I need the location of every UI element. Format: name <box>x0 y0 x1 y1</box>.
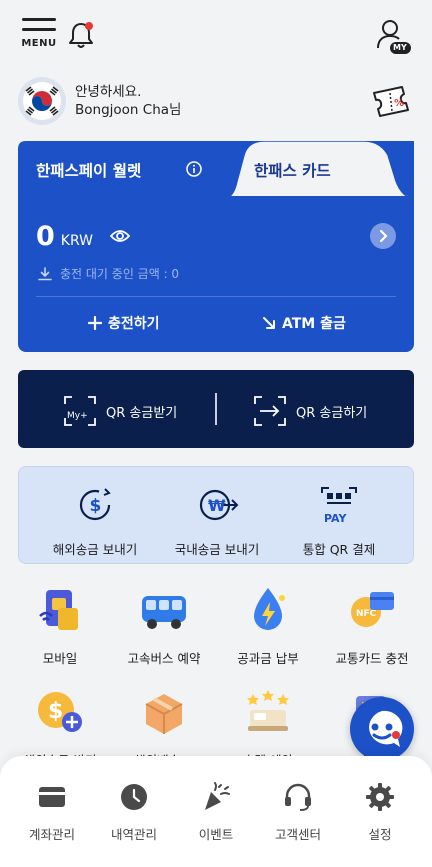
pending-charge-text: 충전 대기 중인 금액 : 0 <box>60 267 180 281</box>
qr-my-plus-text: My+ <box>67 411 88 421</box>
service-express-bus[interactable]: 고속버스 예약 <box>110 586 218 667</box>
nav-label: 설정 <box>368 827 392 842</box>
download-icon <box>38 266 52 280</box>
plus-icon <box>88 316 102 330</box>
clock-icon <box>121 784 147 810</box>
nav-settings[interactable]: 설정 <box>340 782 420 843</box>
qr-send-label: QR 송금하기 <box>296 405 368 421</box>
party-popper-icon <box>205 782 230 810</box>
wallet-divider <box>36 296 396 297</box>
charge-label: 충전하기 <box>108 316 160 332</box>
qr-receive-button[interactable]: My+ QR 송금받기 <box>64 396 177 426</box>
greeting-text: 안녕하세요. Bongjoon Cha님 <box>75 83 181 119</box>
menu-button[interactable]: MENU <box>20 16 58 58</box>
service-label: 교통카드 충전 <box>335 651 409 666</box>
dollar-plus-coin-icon: $ <box>38 692 82 732</box>
pending-charge-row: 충전 대기 중인 금액 : 0 <box>38 265 179 282</box>
service-transit-card[interactable]: NFC 교통카드 충전 <box>318 586 426 667</box>
domestic-remit-button[interactable]: ₩ 국내송금 보내기 <box>151 485 283 558</box>
bus-icon <box>142 596 186 629</box>
balance-display: 0 KRW <box>36 221 93 252</box>
headset-icon <box>285 783 311 811</box>
service-label: 모바일 <box>42 651 78 666</box>
bottom-navigation: 계좌관리 내역관리 이벤트 고객센터 설정 <box>0 756 432 867</box>
qr-send-button[interactable]: QR 송금하기 <box>254 396 367 426</box>
menu-label: MENU <box>21 38 57 49</box>
svg-text:$: $ <box>48 699 63 724</box>
eye-icon[interactable] <box>109 228 131 242</box>
nav-customer-center[interactable]: 고객센터 <box>258 782 338 843</box>
service-utility-bill[interactable]: 공과금 납부 <box>214 586 322 667</box>
tab-hanpass-card[interactable]: 한패스 카드 <box>254 159 331 181</box>
korea-flag-avatar[interactable] <box>18 77 66 125</box>
my-page-button[interactable]: MY <box>376 18 412 56</box>
nav-label: 고객센터 <box>274 827 321 842</box>
svg-text:%: % <box>394 98 404 109</box>
charge-button[interactable]: 충전하기 <box>88 313 160 333</box>
utility-drop-bolt-icon <box>254 588 285 630</box>
info-icon[interactable] <box>186 161 202 177</box>
nav-label: 내역관리 <box>110 827 157 842</box>
coupon-icon[interactable]: % <box>368 81 412 121</box>
parcel-box-icon <box>145 694 183 734</box>
nfc-card-icon: NFC <box>351 592 394 627</box>
nav-account-manage[interactable]: 계좌관리 <box>12 782 92 843</box>
nav-label: 이벤트 <box>198 827 234 842</box>
qr-receive-label: QR 송금받기 <box>106 405 178 421</box>
arrow-down-right-icon <box>263 317 275 329</box>
menu-icon-bar <box>22 18 56 21</box>
service-mobile[interactable]: 모바일 <box>6 586 114 667</box>
atm-withdraw-button[interactable]: ATM 출금 <box>262 313 346 333</box>
my-badge-label: MY <box>393 43 407 52</box>
dollar-exchange-icon: $ <box>79 488 111 521</box>
qr-send-icon <box>254 396 286 426</box>
pay-text: PAY <box>324 512 348 525</box>
atm-label: ATM 출금 <box>282 316 346 332</box>
qr-pay-label: 통합 QR 결제 <box>302 542 376 557</box>
mobile-sim-icon <box>39 590 78 630</box>
svg-text:NFC: NFC <box>356 609 377 619</box>
service-label: 공과금 납부 <box>237 651 299 666</box>
qr-receive-icon: My+ <box>64 396 96 426</box>
qr-pay-icon: PAY <box>321 487 357 525</box>
menu-icon-bar <box>22 28 56 31</box>
svg-text:₩: ₩ <box>208 496 226 515</box>
nav-history[interactable]: 내역관리 <box>94 782 174 843</box>
svg-text:$: $ <box>90 496 102 516</box>
remittance-box: $ 해외송금 보내기 ₩ 국내송금 보내기 PAY 통합 QR 결제 <box>18 466 414 564</box>
nav-event[interactable]: 이벤트 <box>176 782 256 843</box>
nav-label: 계좌관리 <box>28 827 75 842</box>
wallet-detail-arrow-icon[interactable] <box>370 223 396 249</box>
wallet-card-icon <box>39 787 65 807</box>
qr-transfer-box: My+ QR 송금받기 QR 송금하기 <box>18 370 414 448</box>
service-label: 고속버스 예약 <box>127 651 201 666</box>
tab-hanpass-wallet[interactable]: 한패스페이 월렛 <box>36 159 141 181</box>
gear-icon <box>366 783 394 811</box>
notification-bell-icon[interactable] <box>68 20 96 50</box>
greeting-user-name: Bongjoon Cha님 <box>75 102 182 118</box>
qr-separator <box>215 393 217 425</box>
overseas-remit-button[interactable]: $ 해외송금 보내기 <box>29 485 161 558</box>
wallet-card: 한패스페이 월렛 한패스 카드 0 KRW 충전 대기 중인 금액 : 0 충전… <box>18 141 414 352</box>
overseas-remit-label: 해외송금 보내기 <box>52 542 138 557</box>
qr-pay-button[interactable]: PAY 통합 QR 결제 <box>273 485 405 558</box>
top-bar: MENU MY <box>0 0 432 70</box>
greeting-hello: 안녕하세요. <box>75 84 142 100</box>
chatbot-icon <box>369 710 403 747</box>
won-transfer-icon: ₩ <box>199 489 239 521</box>
domestic-remit-label: 국내송금 보내기 <box>174 542 260 557</box>
balance-currency: KRW <box>60 233 93 249</box>
balance-amount: 0 <box>36 221 55 252</box>
chatbot-button[interactable] <box>350 697 414 761</box>
greeting-section: 안녕하세요. Bongjoon Cha님 % <box>18 77 418 125</box>
hotel-bed-stars-icon <box>247 690 289 731</box>
